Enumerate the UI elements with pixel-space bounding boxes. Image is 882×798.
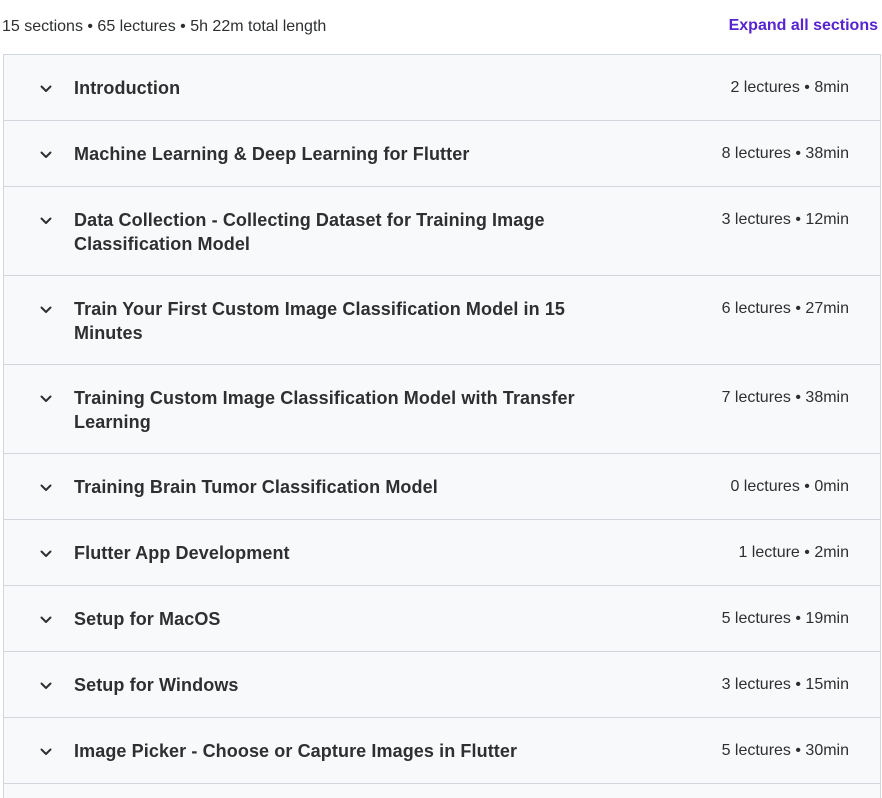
section-lecture-count: 5 lectures • 30min — [721, 742, 849, 759]
section-title: Image Picker - Choose or Capture Images … — [74, 741, 518, 761]
section-title: Introduction — [74, 78, 181, 98]
curriculum-header: 15 sections • 65 lectures • 5h 22m total… — [0, 0, 882, 56]
section-lecture-count: 3 lectures • 15min — [721, 676, 849, 693]
chevron-down-icon[interactable] — [38, 147, 54, 163]
chevron-down-icon[interactable] — [38, 612, 54, 628]
section-lecture-count: 1 lecture • 2min — [738, 544, 849, 561]
section-lecture-count: 0 lectures • 0min — [730, 478, 849, 495]
section-title: Flutter App Development — [74, 543, 290, 563]
chevron-down-icon[interactable] — [38, 546, 54, 562]
section-panel-setup-windows[interactable]: Setup for Windows 3 lectures • 15min — [4, 652, 880, 718]
section-title: Setup for Windows — [74, 675, 239, 695]
section-title: Train Your First Custom Image Classifica… — [74, 299, 566, 343]
section-panel-transfer-learning[interactable]: Training Custom Image Classification Mod… — [4, 365, 880, 454]
chevron-down-icon[interactable] — [38, 81, 54, 97]
section-lecture-count: 6 lectures • 27min — [721, 300, 849, 317]
chevron-down-icon[interactable] — [38, 678, 54, 694]
section-panel-introduction[interactable]: Introduction 2 lectures • 8min — [4, 55, 880, 121]
chevron-down-icon[interactable] — [38, 213, 54, 229]
section-title: Machine Learning & Deep Learning for Flu… — [74, 144, 470, 164]
curriculum-section-list: Introduction 2 lectures • 8min Machine L… — [3, 54, 881, 798]
section-panel-image-picker[interactable]: Image Picker - Choose or Capture Images … — [4, 718, 880, 784]
section-panel-data-collection[interactable]: Data Collection - Collecting Dataset for… — [4, 187, 880, 276]
section-panel-brain-tumor[interactable]: Training Brain Tumor Classification Mode… — [4, 454, 880, 520]
section-panel-first-custom-model[interactable]: Train Your First Custom Image Classifica… — [4, 276, 880, 365]
section-panel-next-partial[interactable] — [4, 784, 880, 798]
curriculum-summary: 15 sections • 65 lectures • 5h 22m total… — [2, 18, 327, 35]
section-lecture-count: 5 lectures • 19min — [721, 610, 849, 627]
section-lecture-count: 7 lectures • 38min — [721, 389, 849, 406]
section-title: Data Collection - Collecting Dataset for… — [74, 210, 545, 254]
chevron-down-icon[interactable] — [38, 302, 54, 318]
section-panel-setup-macos[interactable]: Setup for MacOS 5 lectures • 19min — [4, 586, 880, 652]
section-panel-ml-dl-flutter[interactable]: Machine Learning & Deep Learning for Flu… — [4, 121, 880, 187]
section-title: Setup for MacOS — [74, 609, 221, 629]
section-lecture-count: 2 lectures • 8min — [730, 79, 849, 96]
section-title: Training Brain Tumor Classification Mode… — [74, 477, 438, 497]
section-panel-flutter-app-dev[interactable]: Flutter App Development 1 lecture • 2min — [4, 520, 880, 586]
section-lecture-count: 3 lectures • 12min — [721, 211, 849, 228]
section-title: Training Custom Image Classification Mod… — [74, 388, 575, 432]
expand-all-sections-button[interactable]: Expand all sections — [729, 17, 878, 35]
chevron-down-icon[interactable] — [38, 744, 54, 760]
chevron-down-icon[interactable] — [38, 391, 54, 407]
section-lecture-count: 8 lectures • 38min — [721, 145, 849, 162]
chevron-down-icon[interactable] — [38, 480, 54, 496]
